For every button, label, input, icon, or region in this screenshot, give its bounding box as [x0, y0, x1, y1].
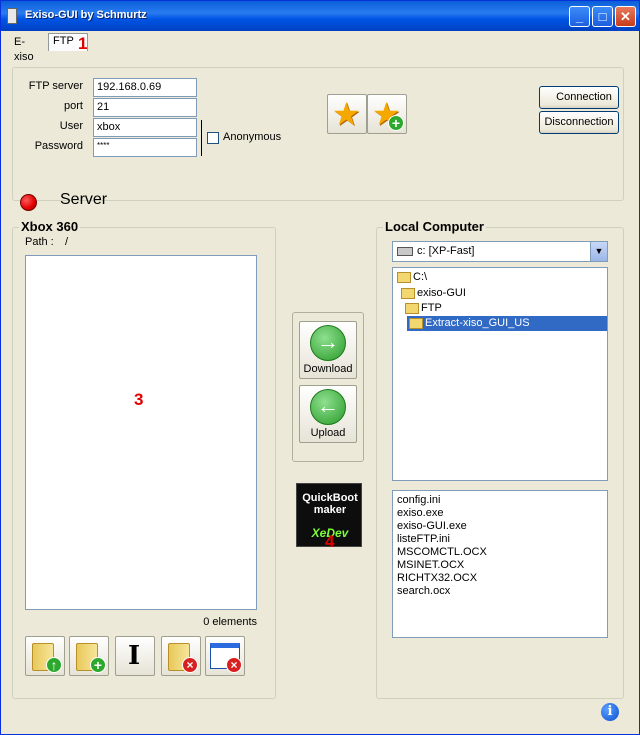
delete-x-icon: ×	[226, 657, 242, 673]
download-button[interactable]: → Download	[299, 321, 357, 379]
tree-label: exiso-GUI	[417, 287, 466, 299]
rename-button[interactable]: I	[115, 636, 155, 676]
up-arrow-icon: ↑	[46, 657, 62, 673]
title-bar[interactable]: Exiso-GUI by Schmurtz _ □ ✕	[1, 1, 639, 31]
folder-open-icon	[397, 272, 411, 283]
tree-label: C:\	[413, 271, 428, 283]
delete-folder-button[interactable]: ×	[161, 636, 201, 676]
ftp-server-label: FTP server	[28, 80, 83, 92]
xbox-group: Xbox 360 Path : / 3 0 elements ↑ + I × ×	[12, 219, 276, 699]
star-icon: ★	[332, 96, 361, 132]
marker-3: 3	[134, 390, 144, 409]
user-input[interactable]: xbox	[93, 118, 197, 137]
tree-item-exiso-gui[interactable]: exiso-GUI	[399, 286, 466, 301]
password-label: Password	[34, 140, 83, 152]
upload-button[interactable]: ← Upload	[299, 385, 357, 443]
xbox-file-list[interactable]: 3	[25, 255, 257, 610]
list-item[interactable]: MSINET.OCX	[393, 559, 607, 572]
upload-arrow-icon: ←	[310, 389, 346, 425]
path-label: Path :	[25, 236, 54, 248]
element-count: 0 elements	[203, 616, 257, 628]
folder-open-icon	[401, 288, 415, 299]
tree-item-extract-xiso[interactable]: Extract-xiso_GUI_US	[407, 316, 607, 331]
port-label: port	[64, 100, 83, 112]
add-favorite-button[interactable]: ★ +	[367, 94, 407, 134]
ftp-connection-group: FTP server 192.168.0.69 port 21 User xbo…	[12, 67, 624, 201]
folder-open-icon	[409, 318, 423, 329]
port-input[interactable]: 21	[93, 98, 197, 117]
ftp-server-input[interactable]: 192.168.0.69	[93, 78, 197, 97]
local-file-list[interactable]: config.ini exiso.exe exiso-GUI.exe liste…	[392, 490, 608, 638]
plus-icon: +	[388, 115, 404, 131]
favorite-button[interactable]: ★	[327, 94, 367, 134]
download-arrow-icon: →	[310, 325, 346, 361]
disconnection-button[interactable]: Disconnection	[539, 111, 619, 134]
anonymous-label: Anonymous	[223, 131, 282, 143]
marker-4: 4	[325, 532, 335, 551]
status-label: Server	[60, 191, 108, 208]
delete-file-button[interactable]: ×	[205, 636, 245, 676]
user-label: User	[59, 120, 83, 132]
app-icon	[7, 8, 17, 24]
list-item[interactable]: config.ini	[393, 494, 607, 507]
list-item[interactable]: RICHTX32.OCX	[393, 572, 607, 585]
list-item[interactable]: search.ocx	[393, 585, 607, 598]
local-computer-title: Local Computer	[383, 219, 486, 234]
quickboot-maker-button[interactable]: QuickBoot maker XeDev 4	[296, 483, 362, 551]
tab-ftp-label: FTP	[53, 35, 74, 47]
password-input[interactable]: ****	[93, 138, 197, 157]
marker-1: 1	[78, 34, 88, 53]
folder-open-icon	[405, 303, 419, 314]
transfer-group: → Download ← Upload	[292, 312, 364, 462]
tab-exiso[interactable]: E-xiso	[10, 35, 38, 63]
xbox-title: Xbox 360	[19, 219, 81, 234]
rename-cursor-icon: I	[128, 641, 141, 671]
list-item[interactable]: exiso-GUI.exe	[393, 520, 607, 533]
folder-tree[interactable]: C:\ exiso-GUI FTP Extract-xiso_GUI_US	[392, 267, 608, 481]
anonymous-checkbox[interactable]	[207, 132, 219, 144]
quickboot-line2: maker	[313, 504, 347, 516]
new-folder-button[interactable]: +	[69, 636, 109, 676]
download-label: Download	[303, 363, 353, 375]
tree-label: FTP	[421, 302, 442, 314]
client-area: E-xiso FTP 1 FTP server 192.168.0.69 por…	[4, 31, 636, 732]
quickboot-line1: QuickBoot	[302, 492, 358, 504]
list-item[interactable]: listeFTP.ini	[393, 533, 607, 546]
close-button[interactable]: ✕	[615, 6, 636, 27]
minimize-button[interactable]: _	[569, 6, 590, 27]
local-computer-group: Local Computer c: [XP-Fast] ▼ C:\ exiso-…	[376, 219, 624, 699]
maximize-button[interactable]: □	[592, 6, 613, 27]
status-indicator	[20, 194, 37, 211]
connection-button[interactable]: Connection	[539, 86, 619, 109]
tree-item-ftp[interactable]: FTP	[403, 301, 442, 316]
plus-icon: +	[90, 657, 106, 673]
path-value: /	[65, 236, 69, 248]
folder-up-button[interactable]: ↑	[25, 636, 65, 676]
drive-select[interactable]: c: [XP-Fast] ▼	[392, 241, 608, 262]
list-item[interactable]: exiso.exe	[393, 507, 607, 520]
separator-line	[201, 120, 202, 156]
list-item[interactable]: MSCOMCTL.OCX	[393, 546, 607, 559]
window-title: Exiso-GUI by Schmurtz	[25, 9, 147, 21]
main-window: Exiso-GUI by Schmurtz _ □ ✕ E-xiso FTP 1…	[0, 0, 640, 735]
info-icon[interactable]: i	[601, 703, 619, 721]
tree-label: Extract-xiso_GUI_US	[425, 317, 530, 329]
tree-item-c[interactable]: C:\	[395, 270, 427, 285]
chevron-down-icon[interactable]: ▼	[590, 242, 607, 261]
drive-value: c: [XP-Fast]	[417, 245, 475, 257]
upload-label: Upload	[310, 427, 346, 439]
drive-icon	[397, 247, 413, 256]
delete-x-icon: ×	[182, 657, 198, 673]
